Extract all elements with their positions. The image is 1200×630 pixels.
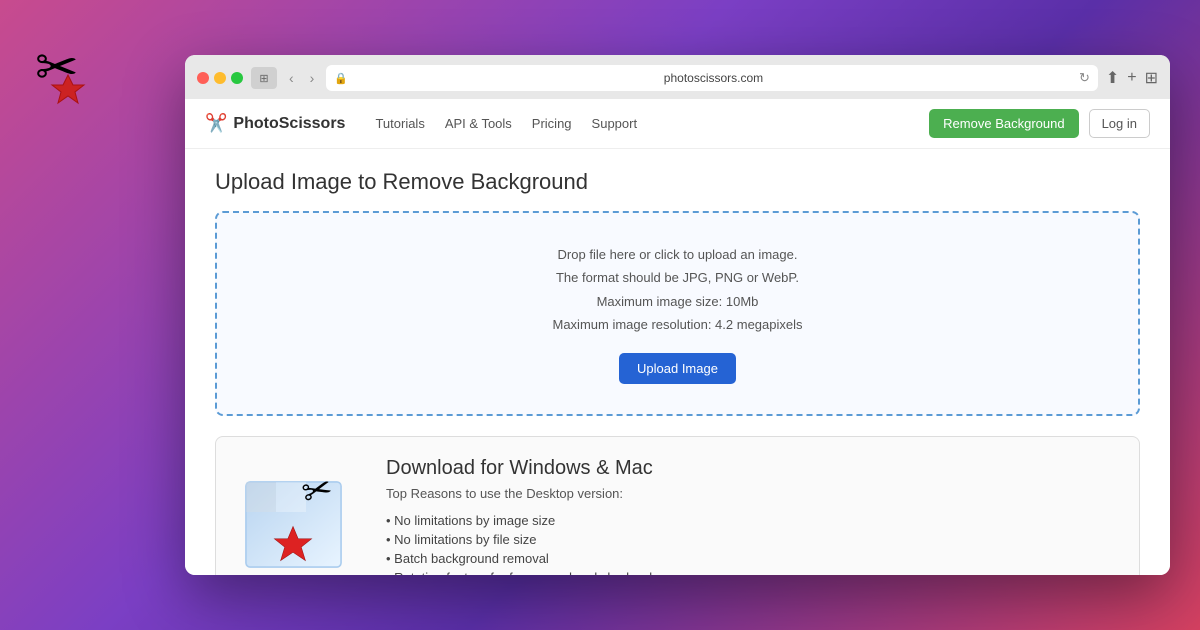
nav-support[interactable]: Support — [592, 116, 638, 131]
logo-area: ✂️ PhotoScissors — [205, 113, 345, 134]
nav-pricing[interactable]: Pricing — [532, 116, 572, 131]
address-text: photoscissors.com — [354, 71, 1073, 85]
upload-line4: Maximum image resolution: 4.2 megapixels — [237, 313, 1118, 336]
reload-btn[interactable]: ↻ — [1079, 70, 1090, 86]
lock-icon: 🔒 — [334, 72, 348, 85]
upload-area[interactable]: Drop file here or click to upload an ima… — [215, 211, 1140, 416]
traffic-light-maximize[interactable] — [231, 72, 243, 84]
login-button[interactable]: Log in — [1089, 109, 1150, 138]
feature-1: No limitations by image size — [386, 511, 1119, 530]
nav-tutorials[interactable]: Tutorials — [375, 116, 424, 131]
download-title: Download for Windows & Mac — [386, 457, 1119, 480]
nav-api-tools[interactable]: API & Tools — [445, 116, 512, 131]
traffic-lights — [197, 72, 243, 84]
download-subtitle: Top Reasons to use the Desktop version: — [386, 486, 1119, 501]
feature-list: No limitations by image size No limitati… — [386, 511, 1119, 575]
page-title: Upload Image to Remove Background — [215, 169, 1140, 195]
upload-line1: Drop file here or click to upload an ima… — [237, 243, 1118, 266]
forward-btn[interactable]: › — [306, 68, 319, 88]
traffic-light-minimize[interactable] — [214, 72, 226, 84]
upload-instructions: Drop file here or click to upload an ima… — [237, 243, 1118, 337]
website-content: ✂️ PhotoScissors Tutorials API & Tools P… — [185, 99, 1170, 575]
nav-links: Tutorials API & Tools Pricing Support — [375, 116, 909, 131]
main-content: Upload Image to Remove Background Drop f… — [185, 149, 1170, 575]
browser-window: ⊞ ‹ › 🔒 photoscissors.com ↻ ⬆ + ⊞ ✂️ Pho… — [185, 55, 1170, 575]
new-tab-btn[interactable]: + — [1127, 69, 1136, 87]
feature-3: Batch background removal — [386, 549, 1119, 568]
back-btn[interactable]: ‹ — [285, 68, 298, 88]
address-bar[interactable]: 🔒 photoscissors.com ↻ — [326, 65, 1098, 91]
remove-background-button[interactable]: Remove Background — [929, 109, 1078, 138]
browser-chrome: ⊞ ‹ › 🔒 photoscissors.com ↻ ⬆ + ⊞ — [185, 55, 1170, 99]
grid-btn[interactable]: ⊞ — [1145, 68, 1158, 88]
traffic-light-close[interactable] — [197, 72, 209, 84]
download-card: ✂ Download for Windows & Mac Top Reasons… — [215, 436, 1140, 575]
logo-icon: ✂️ — [205, 113, 227, 134]
upload-line2: The format should be JPG, PNG or WebP. — [237, 266, 1118, 289]
product-illustration: ✂ — [236, 457, 366, 575]
nav-bar: ✂️ PhotoScissors Tutorials API & Tools P… — [185, 99, 1170, 149]
app-icon: ✂ — [30, 30, 110, 110]
tab-switcher-btn[interactable]: ⊞ — [251, 67, 277, 89]
logo-text: PhotoScissors — [233, 115, 345, 133]
download-content: Download for Windows & Mac Top Reasons t… — [386, 457, 1119, 575]
nav-actions: Remove Background Log in — [929, 109, 1150, 138]
upload-image-button[interactable]: Upload Image — [619, 353, 736, 384]
share-btn[interactable]: ⬆ — [1106, 68, 1119, 88]
feature-4: Rotation feature for foreground and shad… — [386, 568, 1119, 575]
upload-line3: Maximum image size: 10Mb — [237, 290, 1118, 313]
feature-2: No limitations by file size — [386, 530, 1119, 549]
